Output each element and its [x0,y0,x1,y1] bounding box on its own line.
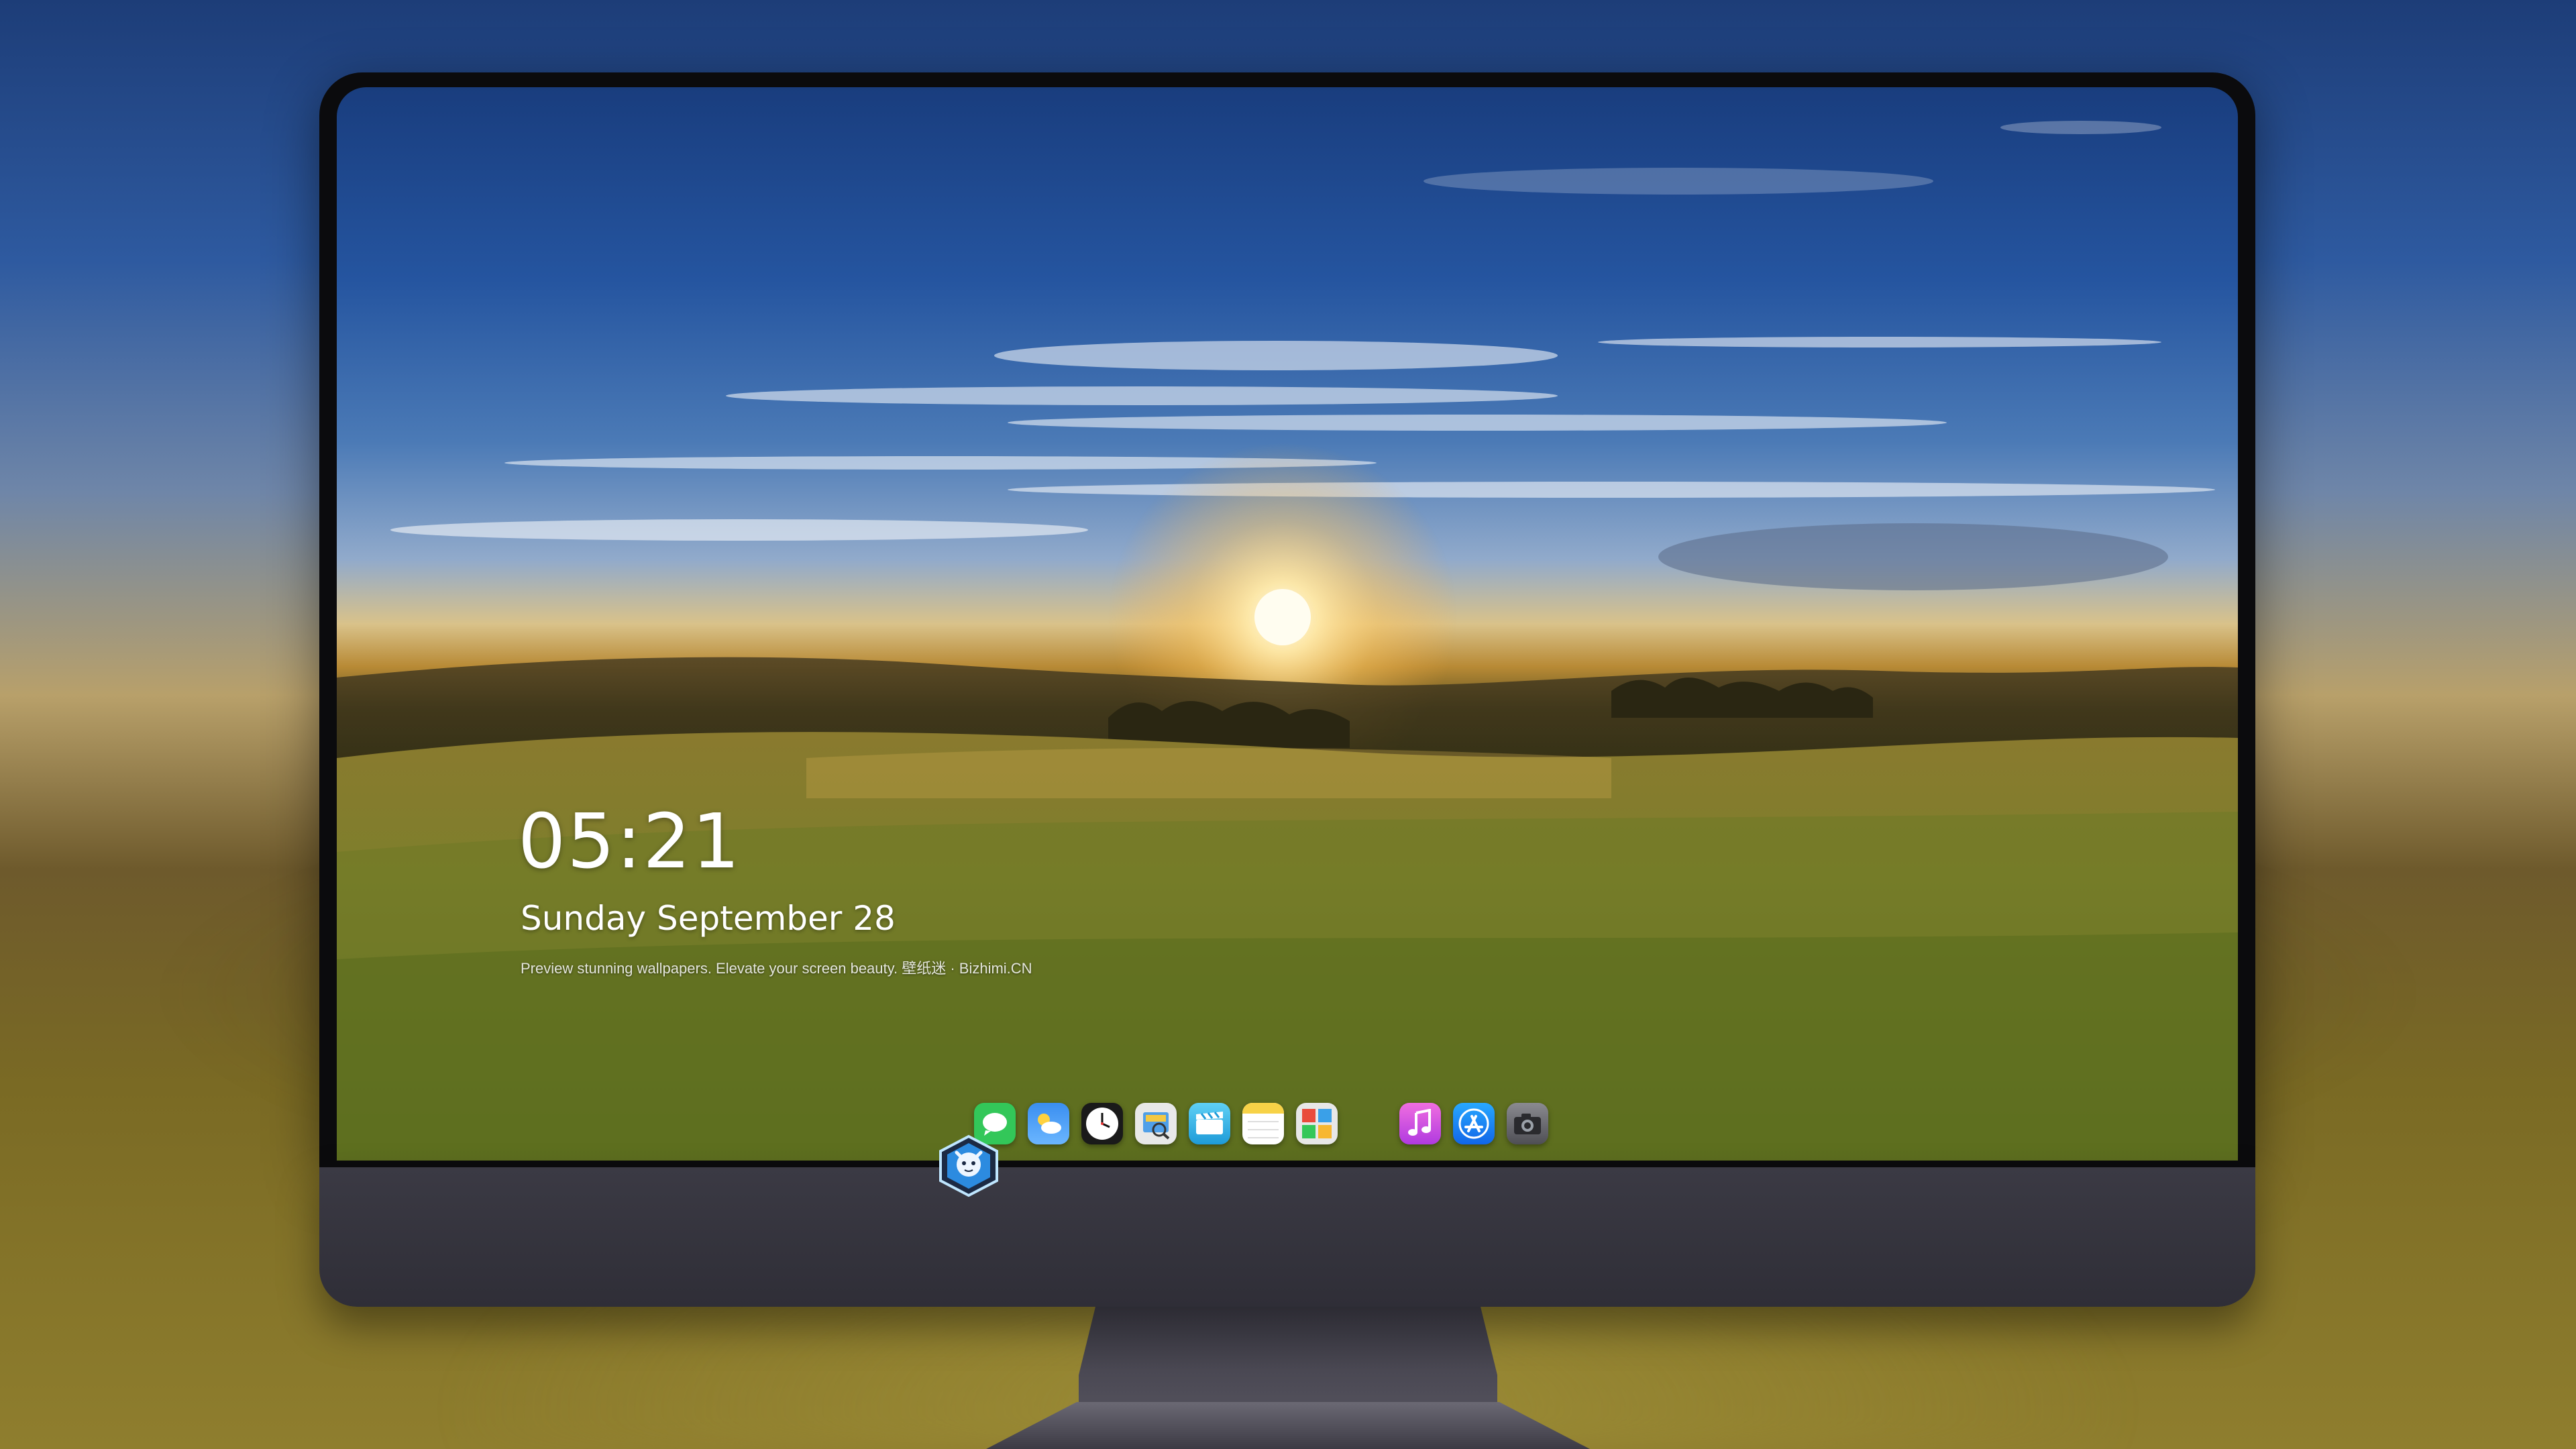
notes-icon[interactable] [1242,1103,1284,1144]
monitor-bezel: 05:21 Sunday September 28 Preview stunni… [319,72,2255,1167]
brand-logo [939,1134,998,1197]
camera-icon[interactable] [1507,1103,1548,1144]
photo-booth-icon[interactable] [1296,1103,1338,1144]
monitor-chin [319,1167,2255,1307]
desktop-screen: 05:21 Sunday September 28 Preview stunni… [337,87,2238,1161]
wallpaper [337,121,2238,1161]
clock-icon[interactable] [1081,1103,1123,1144]
lockscreen-date: Sunday September 28 [521,899,896,938]
weather-icon[interactable] [1028,1103,1069,1144]
monitor: 05:21 Sunday September 28 Preview stunni… [319,72,2255,1307]
music-icon[interactable] [1399,1103,1441,1144]
app-store-icon[interactable] [1453,1103,1495,1144]
monitor-stand-base [986,1402,1590,1449]
dock [974,1093,1605,1154]
wallpaper-tagline: Preview stunning wallpapers. Elevate you… [521,960,1032,977]
lockscreen-clock: 05:21 [518,798,741,885]
clips-icon[interactable] [1189,1103,1230,1144]
preview-icon[interactable] [1135,1103,1177,1144]
